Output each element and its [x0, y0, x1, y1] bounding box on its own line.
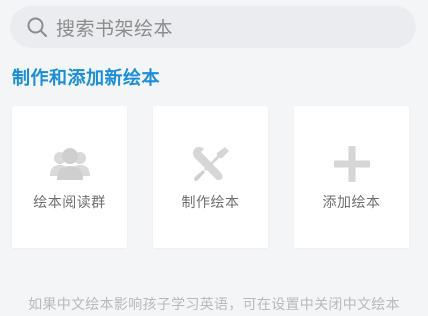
search-icon: [26, 16, 48, 38]
tools-icon: [153, 144, 268, 184]
search-bar[interactable]: 搜索书架绘本: [10, 6, 416, 48]
plus-icon: [294, 144, 409, 184]
make-picture-book-label: 制作绘本: [181, 195, 240, 211]
section-title: 制作和添加新绘本: [12, 68, 160, 89]
make-picture-book-card[interactable]: 制作绘本: [153, 106, 268, 248]
search-placeholder: 搜索书架绘本: [56, 17, 174, 40]
add-picture-book-label: 添加绘本: [322, 195, 381, 211]
chinese-book-setting-note: 如果中文绘本影响孩子学习英语，可在设置中关闭中文绘本: [28, 297, 400, 313]
add-picture-book-card[interactable]: 添加绘本: [294, 106, 409, 248]
group-users-icon: [12, 144, 127, 184]
reading-group-card[interactable]: 绘本阅读群: [12, 106, 127, 248]
reading-group-label: 绘本阅读群: [33, 195, 106, 211]
